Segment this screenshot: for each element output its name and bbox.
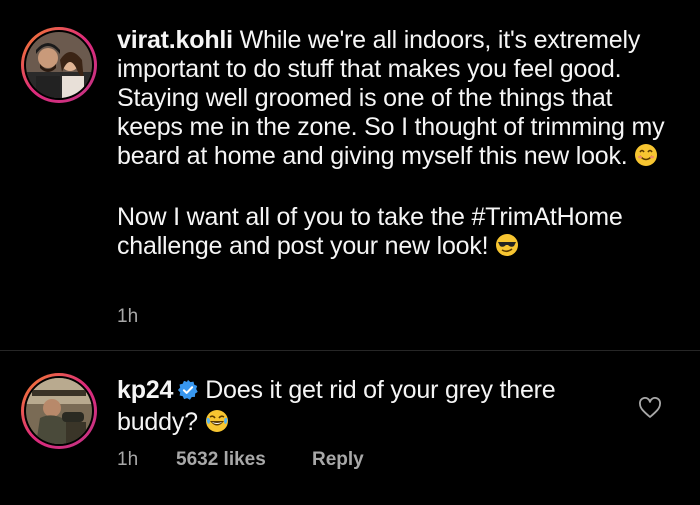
smiling-face-icon — [634, 143, 658, 174]
post-author-avatar[interactable] — [21, 27, 97, 103]
comment-timestamp: 1h — [117, 449, 139, 470]
post-timestamp: 1h — [117, 306, 139, 327]
comment-username[interactable]: kp24 — [117, 376, 173, 404]
comment-likes-count[interactable]: 5632 likes — [176, 449, 266, 471]
caption-paragraph-1: virat.kohli While we're all indoors, it'… — [117, 26, 677, 174]
avatar-photo — [26, 32, 92, 98]
caption-paragraph-2: Now I want all of you to take the #TrimA… — [117, 203, 677, 264]
avatar-photo — [26, 378, 92, 444]
heart-outline-icon[interactable] — [638, 397, 662, 419]
reply-button[interactable]: Reply — [312, 449, 364, 471]
caption-text-2: Now I want all of you to take the #TrimA… — [117, 203, 623, 260]
tears-of-joy-icon — [205, 409, 229, 440]
post-caption-block: virat.kohli While we're all indoors, it'… — [0, 0, 700, 350]
comment: kp24 Does it get rid of your grey there b… — [117, 376, 597, 440]
post-username[interactable]: virat.kohli — [117, 26, 233, 54]
comment-author-avatar[interactable] — [21, 373, 97, 449]
divider — [0, 350, 700, 351]
sunglasses-face-icon — [495, 233, 519, 264]
verified-badge-icon — [177, 379, 199, 408]
post-caption: virat.kohli While we're all indoors, it'… — [117, 26, 677, 264]
